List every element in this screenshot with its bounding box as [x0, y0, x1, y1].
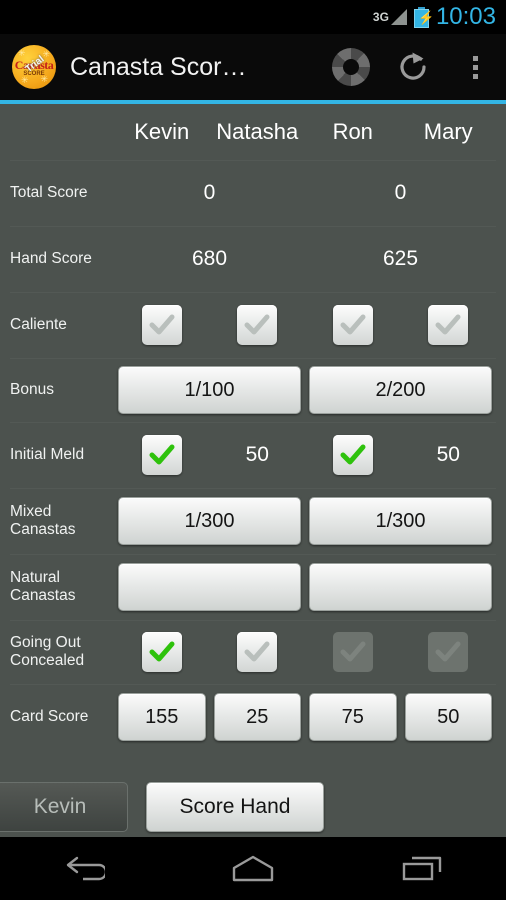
player-header-3: Mary — [423, 119, 473, 144]
checkbox-icon[interactable] — [332, 435, 373, 475]
bottom-action-bar: Kevin Score Hand — [0, 777, 506, 837]
going-out-checkbox-2 — [305, 632, 401, 672]
caliente-checkbox-0[interactable] — [114, 305, 210, 345]
card-score-cell-3[interactable]: 50 — [401, 693, 497, 741]
natural-canastas-team-2[interactable] — [305, 563, 496, 611]
checkbox-icon[interactable] — [428, 305, 469, 345]
initial-meld-label: Initial Meld — [10, 446, 85, 463]
natural-canastas-row: Natural Canastas — [10, 554, 496, 620]
card-score-button-2[interactable]: 75 — [309, 693, 397, 741]
natural-canastas-label-line1: Natural — [10, 569, 60, 586]
canasta-app-icon[interactable]: ✳ ✳ ✳ ✳ Canasta SCORE Trial — [12, 45, 56, 89]
network-type-label: 3G — [372, 10, 389, 24]
refresh-icon[interactable] — [382, 34, 444, 100]
bonus-button-team-2[interactable]: 2/200 — [309, 366, 492, 414]
hand-score-label: Hand Score — [10, 250, 92, 267]
player-selector-spinner[interactable]: Kevin — [0, 782, 128, 832]
card-score-cell-0[interactable]: 155 — [114, 693, 210, 741]
initial-meld-value-1: 50 — [436, 443, 460, 466]
mixed-canastas-label-line1: Mixed — [10, 503, 52, 520]
mixed-canastas-row: Mixed Canastas 1/300 1/300 — [10, 488, 496, 554]
bonus-label: Bonus — [10, 381, 54, 398]
natural-canastas-label: Natural Canastas — [10, 569, 114, 605]
battery-charging-icon: ⚡ — [413, 6, 434, 28]
caliente-row: Caliente — [10, 292, 496, 358]
checkbox-icon — [428, 632, 469, 672]
card-score-button-0[interactable]: 155 — [118, 693, 206, 741]
checkbox-icon[interactable] — [141, 632, 182, 672]
going-out-checkbox-1[interactable] — [210, 632, 306, 672]
going-out-concealed-row: Going Out Concealed — [10, 620, 496, 684]
natural-canastas-label-line2: Canastas — [10, 587, 76, 604]
mixed-canastas-team-1[interactable]: 1/300 — [114, 497, 305, 545]
back-icon[interactable] — [29, 837, 139, 900]
going-out-label-line2: Concealed — [10, 652, 85, 669]
mixed-canastas-label: Mixed Canastas — [10, 503, 114, 539]
card-score-button-3[interactable]: 50 — [404, 693, 492, 741]
card-score-cell-1[interactable]: 25 — [210, 693, 306, 741]
going-out-checkbox-3 — [401, 632, 497, 672]
checkbox-icon — [332, 632, 373, 672]
mixed-canastas-team-2[interactable]: 1/300 — [305, 497, 496, 545]
bonus-row: Bonus 1/100 2/200 — [10, 358, 496, 422]
total-score-label: Total Score — [10, 184, 88, 201]
total-score-team-1: 0 — [203, 181, 216, 204]
home-icon[interactable] — [198, 837, 308, 900]
player-header-1: Natasha — [216, 119, 299, 144]
going-out-concealed-label: Going Out Concealed — [10, 634, 114, 670]
caliente-checkbox-2[interactable] — [305, 305, 401, 345]
card-score-row: Card Score 155 25 75 50 — [10, 684, 496, 750]
hand-score-team-1: 680 — [191, 247, 228, 270]
bonus-team-1[interactable]: 1/100 — [114, 366, 305, 414]
navigation-bar — [0, 837, 506, 900]
natural-canastas-team-1[interactable] — [114, 563, 305, 611]
signal-triangle-icon — [390, 9, 407, 25]
phone-screen: 3G ⚡ 10:03 ✳ ✳ ✳ ✳ Canasta SCORE Trial C… — [0, 0, 506, 900]
checkbox-icon[interactable] — [332, 305, 373, 345]
caliente-checkbox-3[interactable] — [401, 305, 497, 345]
overflow-menu-icon[interactable] — [444, 34, 506, 100]
mixed-canastas-button-team-2[interactable]: 1/300 — [309, 497, 492, 545]
going-out-checkbox-0[interactable] — [114, 632, 210, 672]
recents-icon[interactable] — [367, 837, 477, 900]
card-score-label: Card Score — [10, 708, 89, 725]
action-bar: ✳ ✳ ✳ ✳ Canasta SCORE Trial Canasta Scor… — [0, 34, 506, 100]
caliente-label: Caliente — [10, 316, 67, 333]
player-names-row: Kevin Natasha Ron Mary — [10, 104, 496, 160]
checkbox-icon[interactable] — [237, 305, 278, 345]
initial-meld-row: Initial Meld 50 50 — [10, 422, 496, 488]
initial-meld-value-0: 50 — [245, 443, 269, 466]
going-out-label-line1: Going Out — [10, 634, 81, 651]
bonus-button-team-1[interactable]: 1/100 — [118, 366, 301, 414]
checkbox-icon[interactable] — [141, 305, 182, 345]
status-bar: 3G ⚡ 10:03 — [0, 0, 506, 34]
checkbox-icon[interactable] — [141, 435, 182, 475]
hand-score-row: Hand Score 680 625 — [10, 226, 496, 292]
mixed-canastas-button-team-1[interactable]: 1/300 — [118, 497, 301, 545]
score-hand-button[interactable]: Score Hand — [146, 782, 324, 832]
natural-canastas-button-team-2[interactable] — [309, 563, 492, 611]
bonus-team-2[interactable]: 2/200 — [305, 366, 496, 414]
checkbox-icon[interactable] — [237, 632, 278, 672]
action-bar-actions — [320, 34, 506, 100]
card-score-cell-2[interactable]: 75 — [305, 693, 401, 741]
initial-meld-checkbox-0[interactable] — [114, 435, 210, 475]
total-score-row: Total Score 0 0 — [10, 160, 496, 226]
mixed-canastas-label-line2: Canastas — [10, 521, 76, 538]
natural-canastas-button-team-1[interactable] — [118, 563, 301, 611]
player-header-2: Ron — [332, 119, 373, 144]
caliente-checkbox-1[interactable] — [210, 305, 306, 345]
page-title: Canasta Scor… — [70, 52, 247, 81]
signal-bars-icon: 3G — [373, 9, 407, 25]
status-clock: 10:03 — [435, 3, 496, 30]
player-header-0: Kevin — [134, 119, 190, 144]
total-score-team-2: 0 — [394, 181, 407, 204]
hand-score-team-2: 625 — [382, 247, 419, 270]
help-ring-icon[interactable] — [320, 34, 382, 100]
card-score-button-1[interactable]: 25 — [213, 693, 301, 741]
initial-meld-checkbox-1[interactable] — [305, 435, 401, 475]
score-table: Kevin Natasha Ron Mary Total Score 0 0 H… — [0, 104, 506, 837]
